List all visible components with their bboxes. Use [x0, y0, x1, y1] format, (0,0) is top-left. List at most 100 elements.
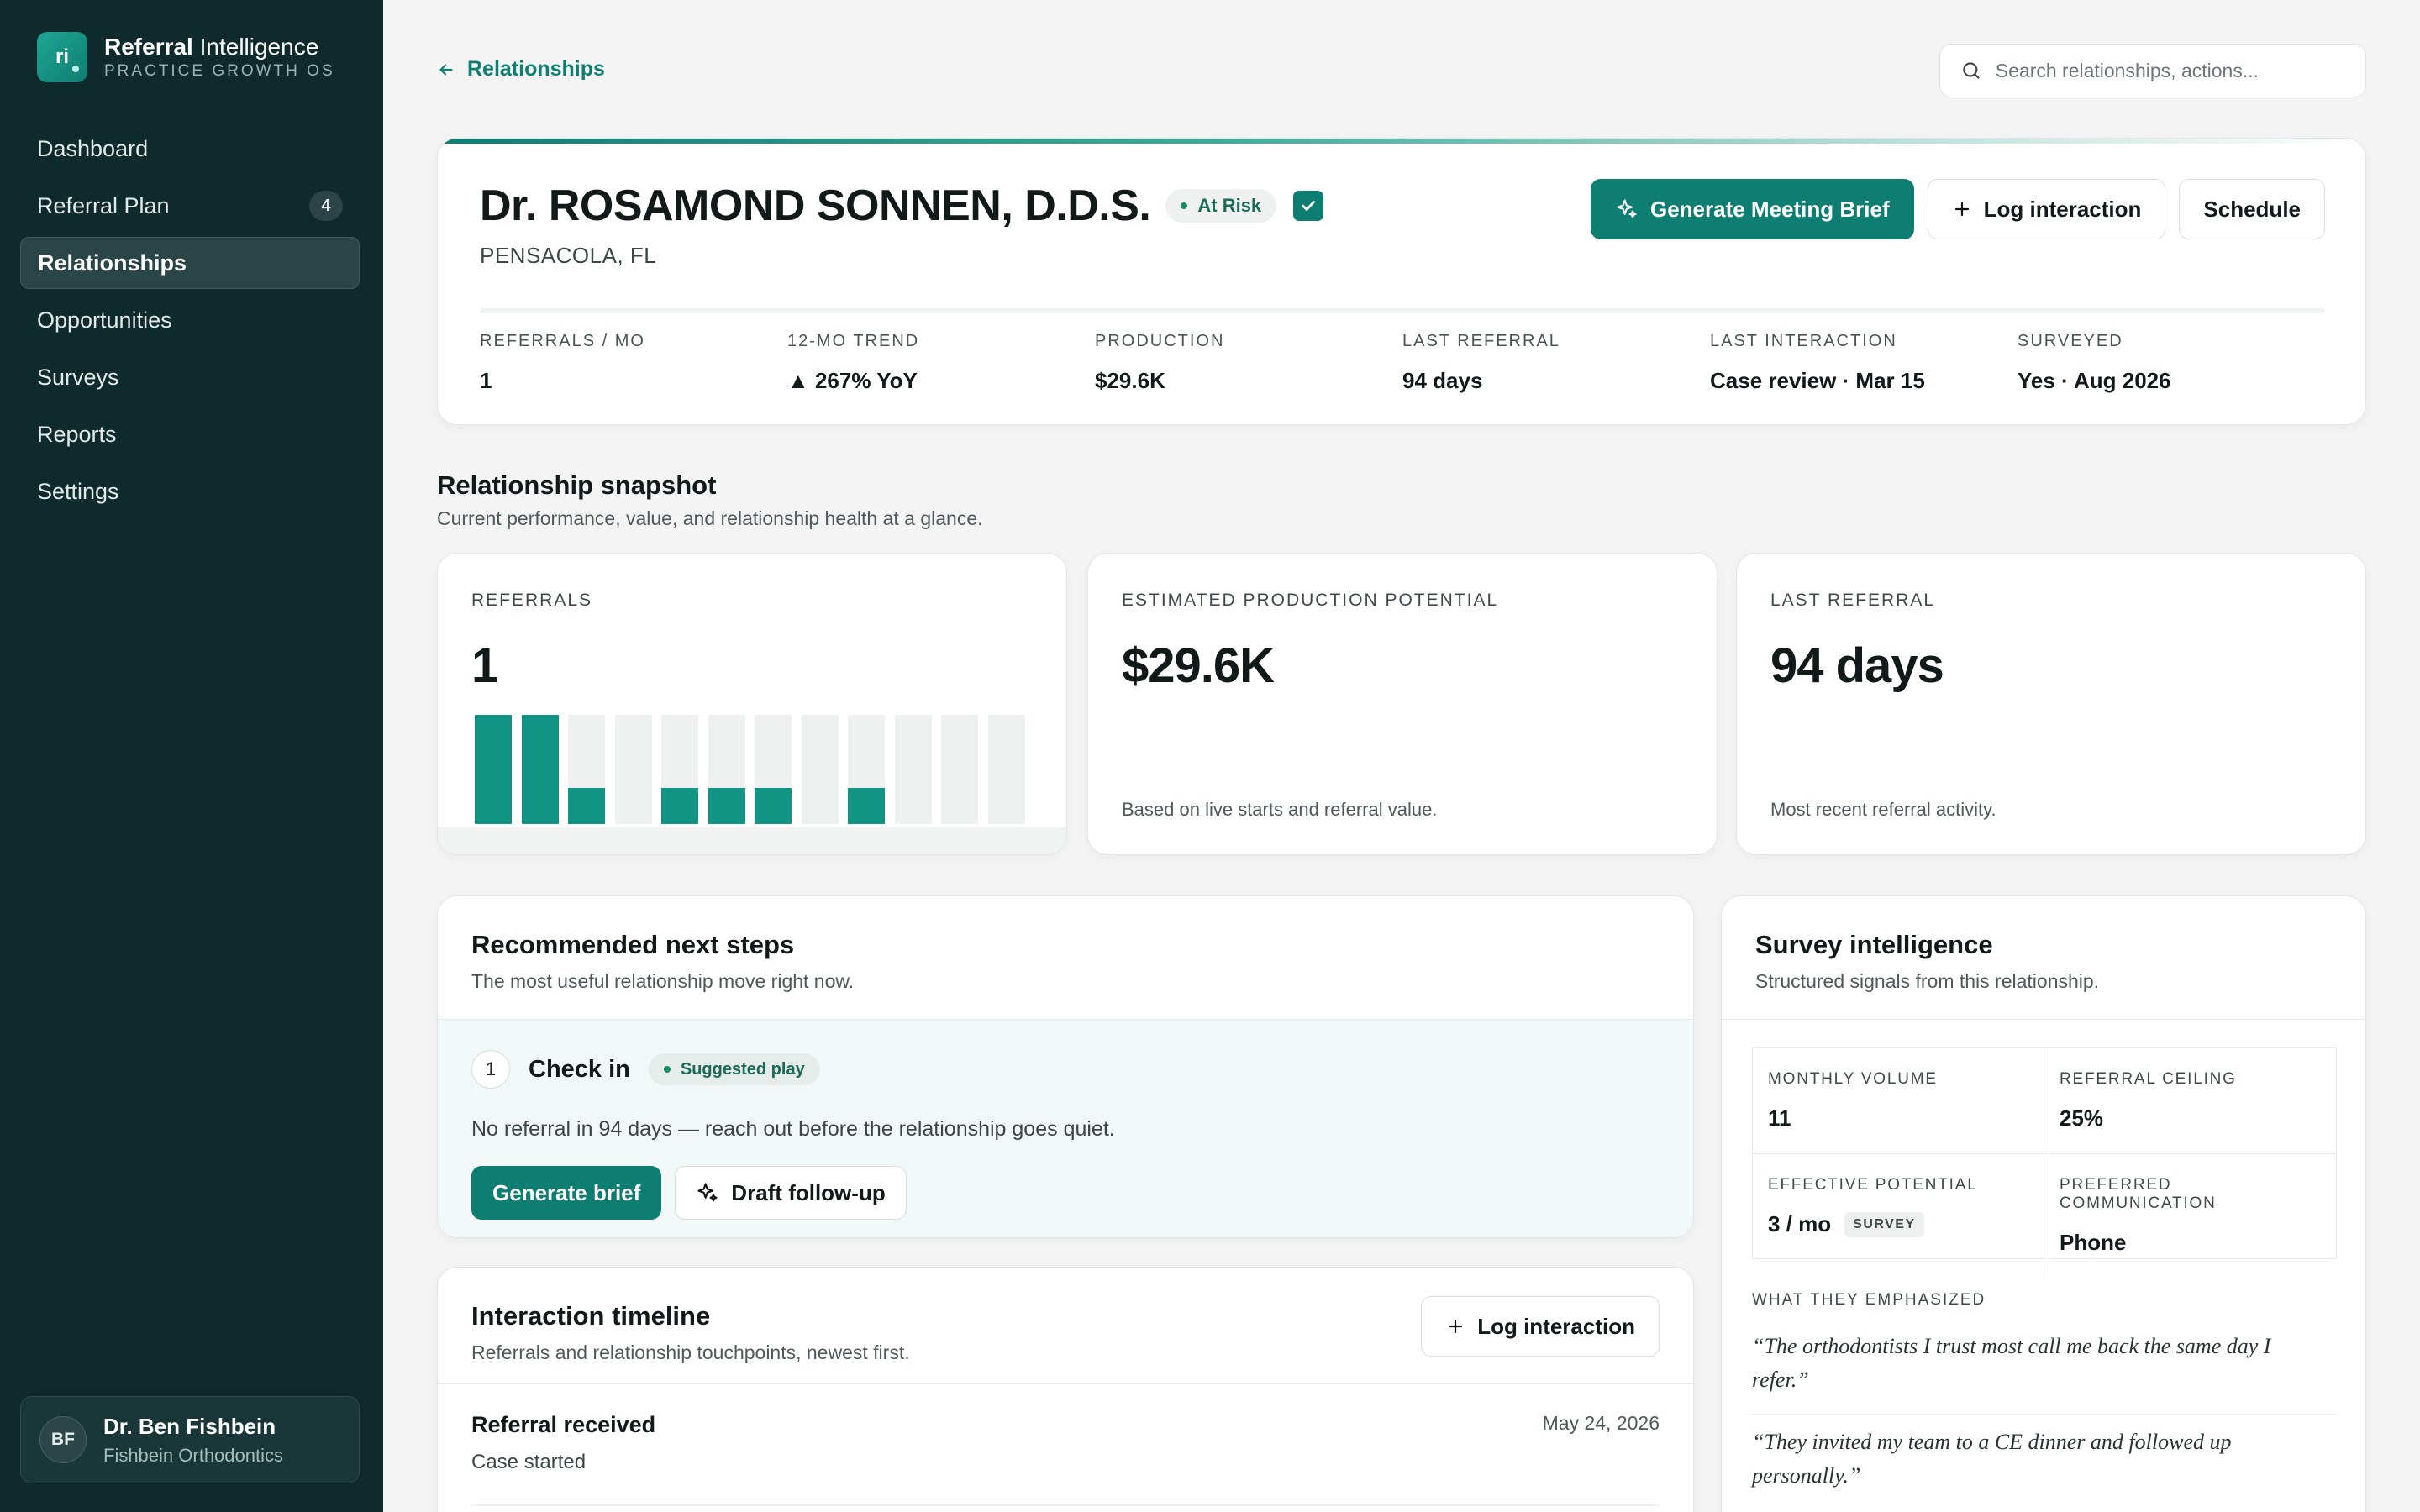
button-label: Schedule [2203, 196, 2301, 222]
stat-12mo-trend: 12-MO TREND ▲ 267% YoY [787, 332, 1095, 394]
brand-logo: ri [37, 32, 87, 82]
interaction-timeline-card: Interaction timeline Referrals and relat… [437, 1267, 1694, 1512]
header-accent-bar [438, 139, 2365, 144]
brand-title: Referral Intelligence [104, 34, 335, 60]
header-divider [480, 308, 2325, 313]
quote-separator [1752, 1414, 2335, 1415]
stat-label: REFERRALS / MO [480, 332, 645, 350]
sidebar-item-settings[interactable]: Settings [20, 465, 360, 517]
referrals-bar-chart [475, 715, 1029, 824]
value-text: 3 / mo [1768, 1211, 1832, 1236]
button-label: Generate Meeting Brief [1649, 196, 1890, 222]
step-title: Check in [529, 1055, 630, 1083]
metric-note: Based on live starts and referral value. [1122, 799, 1438, 820]
survey-cell-label: EFFECTIVE POTENTIAL [1768, 1176, 1978, 1194]
metric-value: 94 days [1770, 638, 1944, 693]
stat-value: 1 [480, 368, 492, 393]
plus-icon [1954, 202, 1969, 217]
production-potential-card: ESTIMATED PRODUCTION POTENTIAL $29.6K Ba… [1087, 553, 1718, 855]
timeline-separator [471, 1504, 1660, 1506]
card-subtitle: The most useful relationship move right … [471, 970, 855, 992]
sidebar-item-label: Surveys [37, 364, 119, 390]
stat-label: 12-MO TREND [787, 332, 920, 350]
stat-last-referral: LAST REFERRAL 94 days [1402, 332, 1710, 394]
step-number: 1 [471, 1050, 510, 1089]
button-label: Draft follow-up [731, 1179, 886, 1205]
stat-value: 94 days [1402, 368, 1483, 393]
button-label: Log interaction [1983, 196, 2142, 222]
avatar: BF [39, 1416, 87, 1463]
referral-bar-track [894, 715, 932, 824]
arrow-left-icon [439, 63, 453, 76]
status-dot-icon [1181, 202, 1188, 209]
snapshot-title: Relationship snapshot [437, 470, 717, 500]
search-icon [1963, 62, 1980, 79]
search-input[interactable] [1995, 59, 2345, 82]
header-actions: Generate Meeting Brief Log interaction S… [1577, 179, 2325, 239]
survey-cell-value: Phone [2060, 1230, 2321, 1256]
sidebar-item-surveys[interactable]: Surveys [20, 351, 360, 403]
sidebar-item-relationships[interactable]: Relationships [20, 237, 360, 289]
draft-follow-up-button[interactable]: Draft follow-up [675, 1166, 907, 1220]
metric-note: Most recent referral activity. [1770, 799, 1996, 820]
referral-bar-track [801, 715, 839, 824]
button-label: Generate brief [492, 1179, 641, 1205]
status-badge: At Risk [1165, 189, 1277, 223]
profile-header-card: Dr. ROSAMOND SONNEN, D.D.S. At Risk PENS… [437, 138, 2366, 425]
card-subtitle: Structured signals from this relationshi… [1755, 970, 2100, 992]
generate-meeting-brief-button[interactable]: Generate Meeting Brief [1590, 179, 1914, 239]
step-description: No referral in 94 days — reach out befor… [471, 1117, 1115, 1141]
referrals-card: REFERRALS 1 [437, 553, 1067, 855]
sidebar-item-referral-plan[interactable]: Referral Plan 4 [20, 180, 360, 232]
page-title: Dr. ROSAMOND SONNEN, D.D.S. [480, 181, 1151, 230]
generate-brief-button[interactable]: Generate brief [471, 1166, 662, 1220]
stat-label: LAST INTERACTION [1710, 332, 1897, 350]
check-icon [1302, 201, 1315, 211]
search-bar[interactable] [1939, 44, 2366, 97]
referral-bar [848, 788, 885, 824]
header-stats: REFERRALS / MO 1 12-MO TREND ▲ 267% YoY … [480, 332, 2325, 394]
card-title: Recommended next steps [471, 930, 795, 959]
metric-value: $29.6K [1122, 638, 1275, 693]
survey-cell-monthly-volume: MONTHLY VOLUME 11 [1753, 1048, 2044, 1154]
count-badge: 4 [309, 191, 343, 221]
value-text: 25% [2060, 1105, 2104, 1131]
sidebar-item-label: Settings [37, 478, 119, 504]
stat-label: PRODUCTION [1095, 332, 1225, 350]
survey-cell-value: 3 / mo SURVEY [1768, 1211, 2028, 1237]
timeline-log-interaction-button[interactable]: Log interaction [1421, 1296, 1660, 1357]
emphasized-label: WHAT THEY EMPHASIZED [1752, 1291, 1986, 1309]
brand-logo-dot [72, 66, 79, 72]
back-link-label: Relationships [467, 57, 605, 81]
status-dot-icon [663, 1066, 671, 1073]
verified-checkbox[interactable] [1293, 191, 1324, 221]
referral-bar [708, 788, 745, 824]
survey-metrics-grid: MONTHLY VOLUME 11 REFERRAL CEILING 25% E… [1752, 1047, 2337, 1278]
survey-cell-value: 11 [1768, 1105, 2028, 1131]
timeline-entry-date: May 24, 2026 [1542, 1412, 1660, 1434]
step-header: 1 Check in Suggested play [471, 1050, 820, 1089]
user-card[interactable]: BF Dr. Ben Fishbein Fishbein Orthodontic… [20, 1396, 360, 1483]
referral-bar-track [614, 715, 652, 824]
brand[interactable]: ri Referral Intelligence PRACTICE GROWTH… [37, 32, 335, 82]
schedule-button[interactable]: Schedule [2179, 179, 2325, 239]
referral-bar-track [987, 715, 1025, 824]
stat-referrals-per-month: REFERRALS / MO 1 [480, 332, 787, 394]
brand-title-rest: Intelligence [192, 34, 319, 60]
timeline-entry-title: Referral received [471, 1412, 656, 1437]
card-title: Interaction timeline [471, 1301, 711, 1331]
stat-value: Yes · Aug 2026 [2018, 368, 2171, 393]
survey-source-tag: SURVEY [1844, 1211, 1924, 1237]
card-subtitle: Referrals and relationship touchpoints, … [471, 1341, 910, 1363]
timeline-actions: Log interaction [1421, 1296, 1660, 1357]
user-text: Dr. Ben Fishbein Fishbein Orthodontics [103, 1414, 283, 1467]
log-interaction-button[interactable]: Log interaction [1927, 179, 2166, 239]
back-link[interactable]: Relationships [437, 57, 605, 81]
sidebar-item-label: Opportunities [37, 307, 172, 333]
sidebar-item-reports[interactable]: Reports [20, 408, 360, 460]
sidebar-item-dashboard[interactable]: Dashboard [20, 123, 360, 175]
status-badge-label: At Risk [1197, 195, 1262, 216]
sidebar-item-opportunities[interactable]: Opportunities [20, 294, 360, 346]
sidebar-item-label: Reports [37, 421, 117, 447]
value-text: 11 [1768, 1105, 1791, 1131]
